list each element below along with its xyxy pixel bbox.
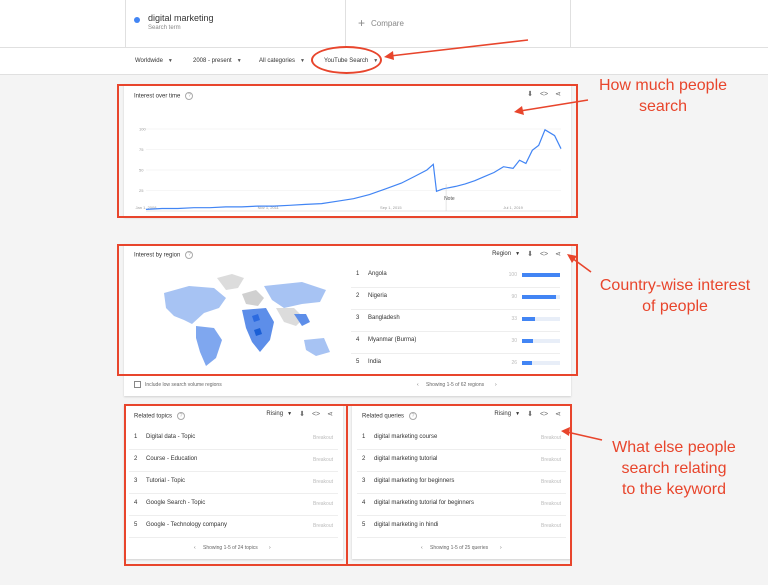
highlight-box-3 (124, 404, 572, 566)
highlight-box-2 (117, 244, 578, 376)
caret-down-icon: ▼ (236, 58, 242, 64)
caret-down-icon: ▼ (167, 58, 173, 64)
search-term-box[interactable]: digital marketing Search term (125, 0, 346, 48)
low-volume-label: Include low search volume regions (145, 382, 222, 388)
annotation-country-interest: Country-wise interest of people (599, 277, 751, 315)
region-pager: Showing 1-5 of 62 regions (426, 382, 485, 388)
annotation-related-search: What else people search relating to the ke… (612, 439, 736, 498)
filter-category[interactable]: All categories ▼ (259, 58, 305, 64)
next-page-icon[interactable]: › (495, 382, 497, 388)
highlight-divider (346, 404, 348, 566)
filter-time[interactable]: 2008 - present ▼ (193, 58, 242, 64)
highlight-ellipse (311, 46, 382, 74)
arrow-1 (384, 39, 529, 60)
filter-location-label: Worldwide (135, 58, 163, 64)
compare-label: Compare (371, 19, 404, 28)
filter-category-label: All categories (259, 58, 296, 64)
search-term-name: digital marketing (148, 13, 214, 23)
annotation-search-volume: How much people search (598, 77, 728, 115)
plus-icon: + (358, 16, 366, 30)
low-volume-checkbox[interactable] (134, 381, 141, 388)
prev-page-icon[interactable]: ‹ (417, 382, 419, 388)
filter-time-label: 2008 - present (193, 58, 232, 64)
caret-down-icon: ▼ (300, 58, 305, 64)
filter-location[interactable]: Worldwide ▼ (135, 58, 173, 64)
highlight-box-1 (117, 84, 578, 218)
arrow-3 (567, 254, 592, 273)
search-term-sub: Search term (148, 25, 181, 31)
term-color-dot (134, 17, 140, 23)
